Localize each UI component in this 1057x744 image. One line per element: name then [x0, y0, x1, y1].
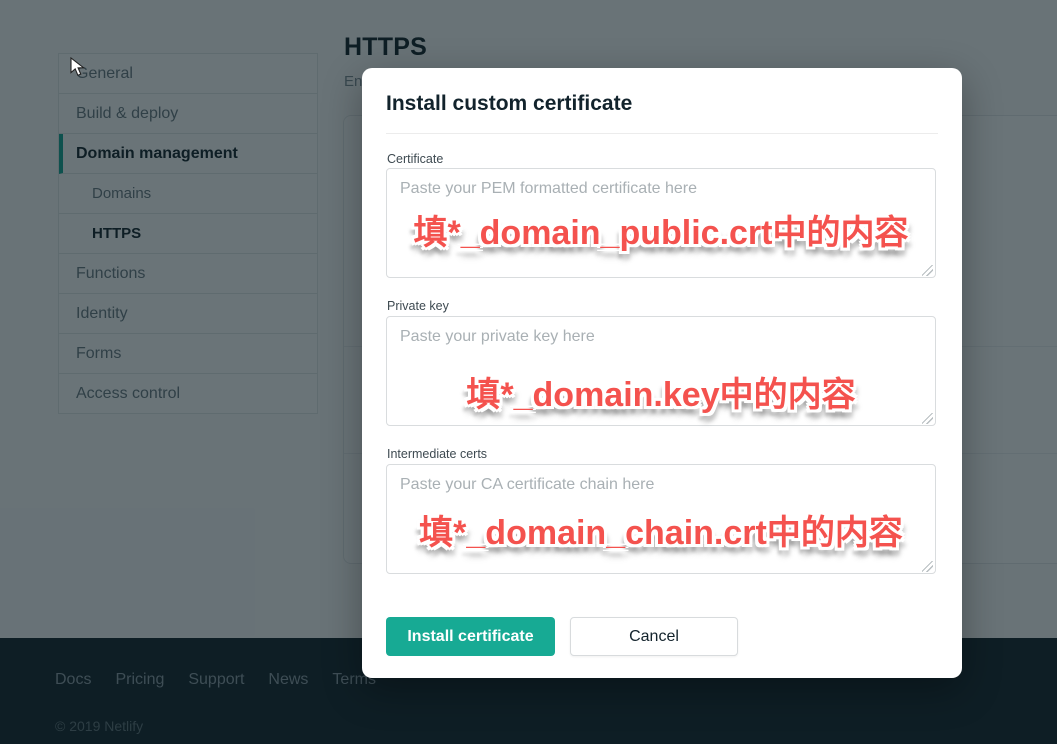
- certificate-annotation: 填*_domain_public.crt中的内容: [386, 205, 936, 254]
- intermediate-certs-annotation: 填*_domain_chain.crt中的内容: [386, 505, 936, 554]
- modal-button-row: Install certificate Cancel: [386, 617, 738, 656]
- install-certificate-modal: Install custom certificate Certificate 填…: [362, 68, 962, 678]
- resize-handle-icon[interactable]: [922, 265, 933, 276]
- mouse-cursor-icon: [70, 57, 88, 82]
- resize-handle-icon[interactable]: [922, 561, 933, 572]
- private-key-label: Private key: [387, 299, 449, 313]
- intermediate-certs-label: Intermediate certs: [387, 447, 487, 461]
- install-certificate-button[interactable]: Install certificate: [386, 617, 555, 656]
- private-key-annotation: 填*_domain.key中的内容: [386, 367, 936, 416]
- modal-title: Install custom certificate: [386, 92, 632, 116]
- modal-divider: [386, 133, 938, 134]
- settings-page: General Build & deploy Domain management…: [0, 0, 1057, 744]
- certificate-label: Certificate: [387, 152, 443, 166]
- cancel-button[interactable]: Cancel: [570, 617, 738, 656]
